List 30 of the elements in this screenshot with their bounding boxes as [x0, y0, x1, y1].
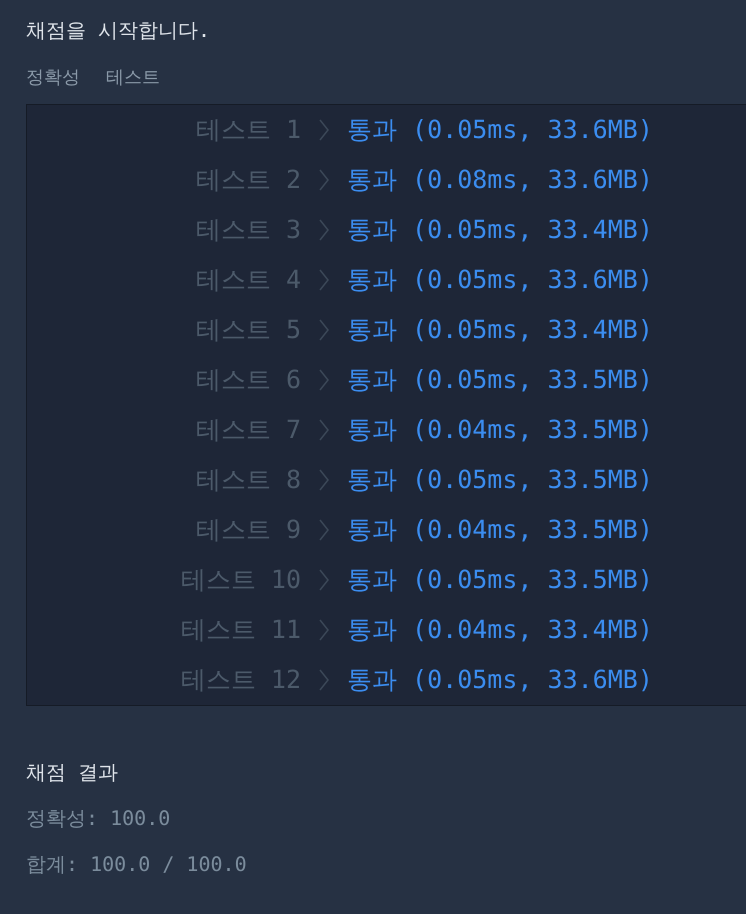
test-result: 통과 (0.05ms, 33.5MB): [347, 464, 653, 496]
test-result: 통과 (0.05ms, 33.4MB): [347, 214, 653, 246]
test-result: 통과 (0.04ms, 33.5MB): [347, 514, 653, 546]
chevron-icon: [319, 369, 329, 391]
chevron-icon: [319, 119, 329, 141]
test-result: 통과 (0.08ms, 33.6MB): [347, 164, 653, 196]
status-message: 채점을 시작합니다.: [26, 17, 210, 44]
test-result: 통과 (0.05ms, 33.5MB): [347, 364, 653, 396]
summary-title: 채점 결과: [26, 759, 118, 786]
chevron-icon: [319, 169, 329, 191]
chevron-icon: [319, 269, 329, 291]
test-result: 통과 (0.04ms, 33.5MB): [347, 414, 653, 446]
chevron-icon: [319, 519, 329, 541]
chevron-icon: [319, 219, 329, 241]
chevron-icon: [319, 419, 329, 441]
test-result: 통과 (0.04ms, 33.4MB): [347, 614, 653, 646]
section-label: 테스트: [106, 66, 160, 90]
test-result: 통과 (0.05ms, 33.6MB): [347, 664, 653, 696]
test-result: 통과 (0.05ms, 33.4MB): [347, 314, 653, 346]
test-result: 통과 (0.05ms, 33.6MB): [347, 114, 653, 146]
summary-line: 합계: 100.0 / 100.0: [26, 851, 247, 878]
chevron-icon: [319, 319, 329, 341]
summary-line: 정확성: 100.0: [26, 805, 170, 832]
chevron-icon: [319, 469, 329, 491]
test-result: 통과 (0.05ms, 33.6MB): [347, 264, 653, 296]
test-result: 통과 (0.05ms, 33.5MB): [347, 564, 653, 596]
chevron-icon: [319, 669, 329, 691]
chevron-icon: [319, 619, 329, 641]
section-label: 정확성: [26, 66, 80, 90]
chevron-icon: [319, 569, 329, 591]
